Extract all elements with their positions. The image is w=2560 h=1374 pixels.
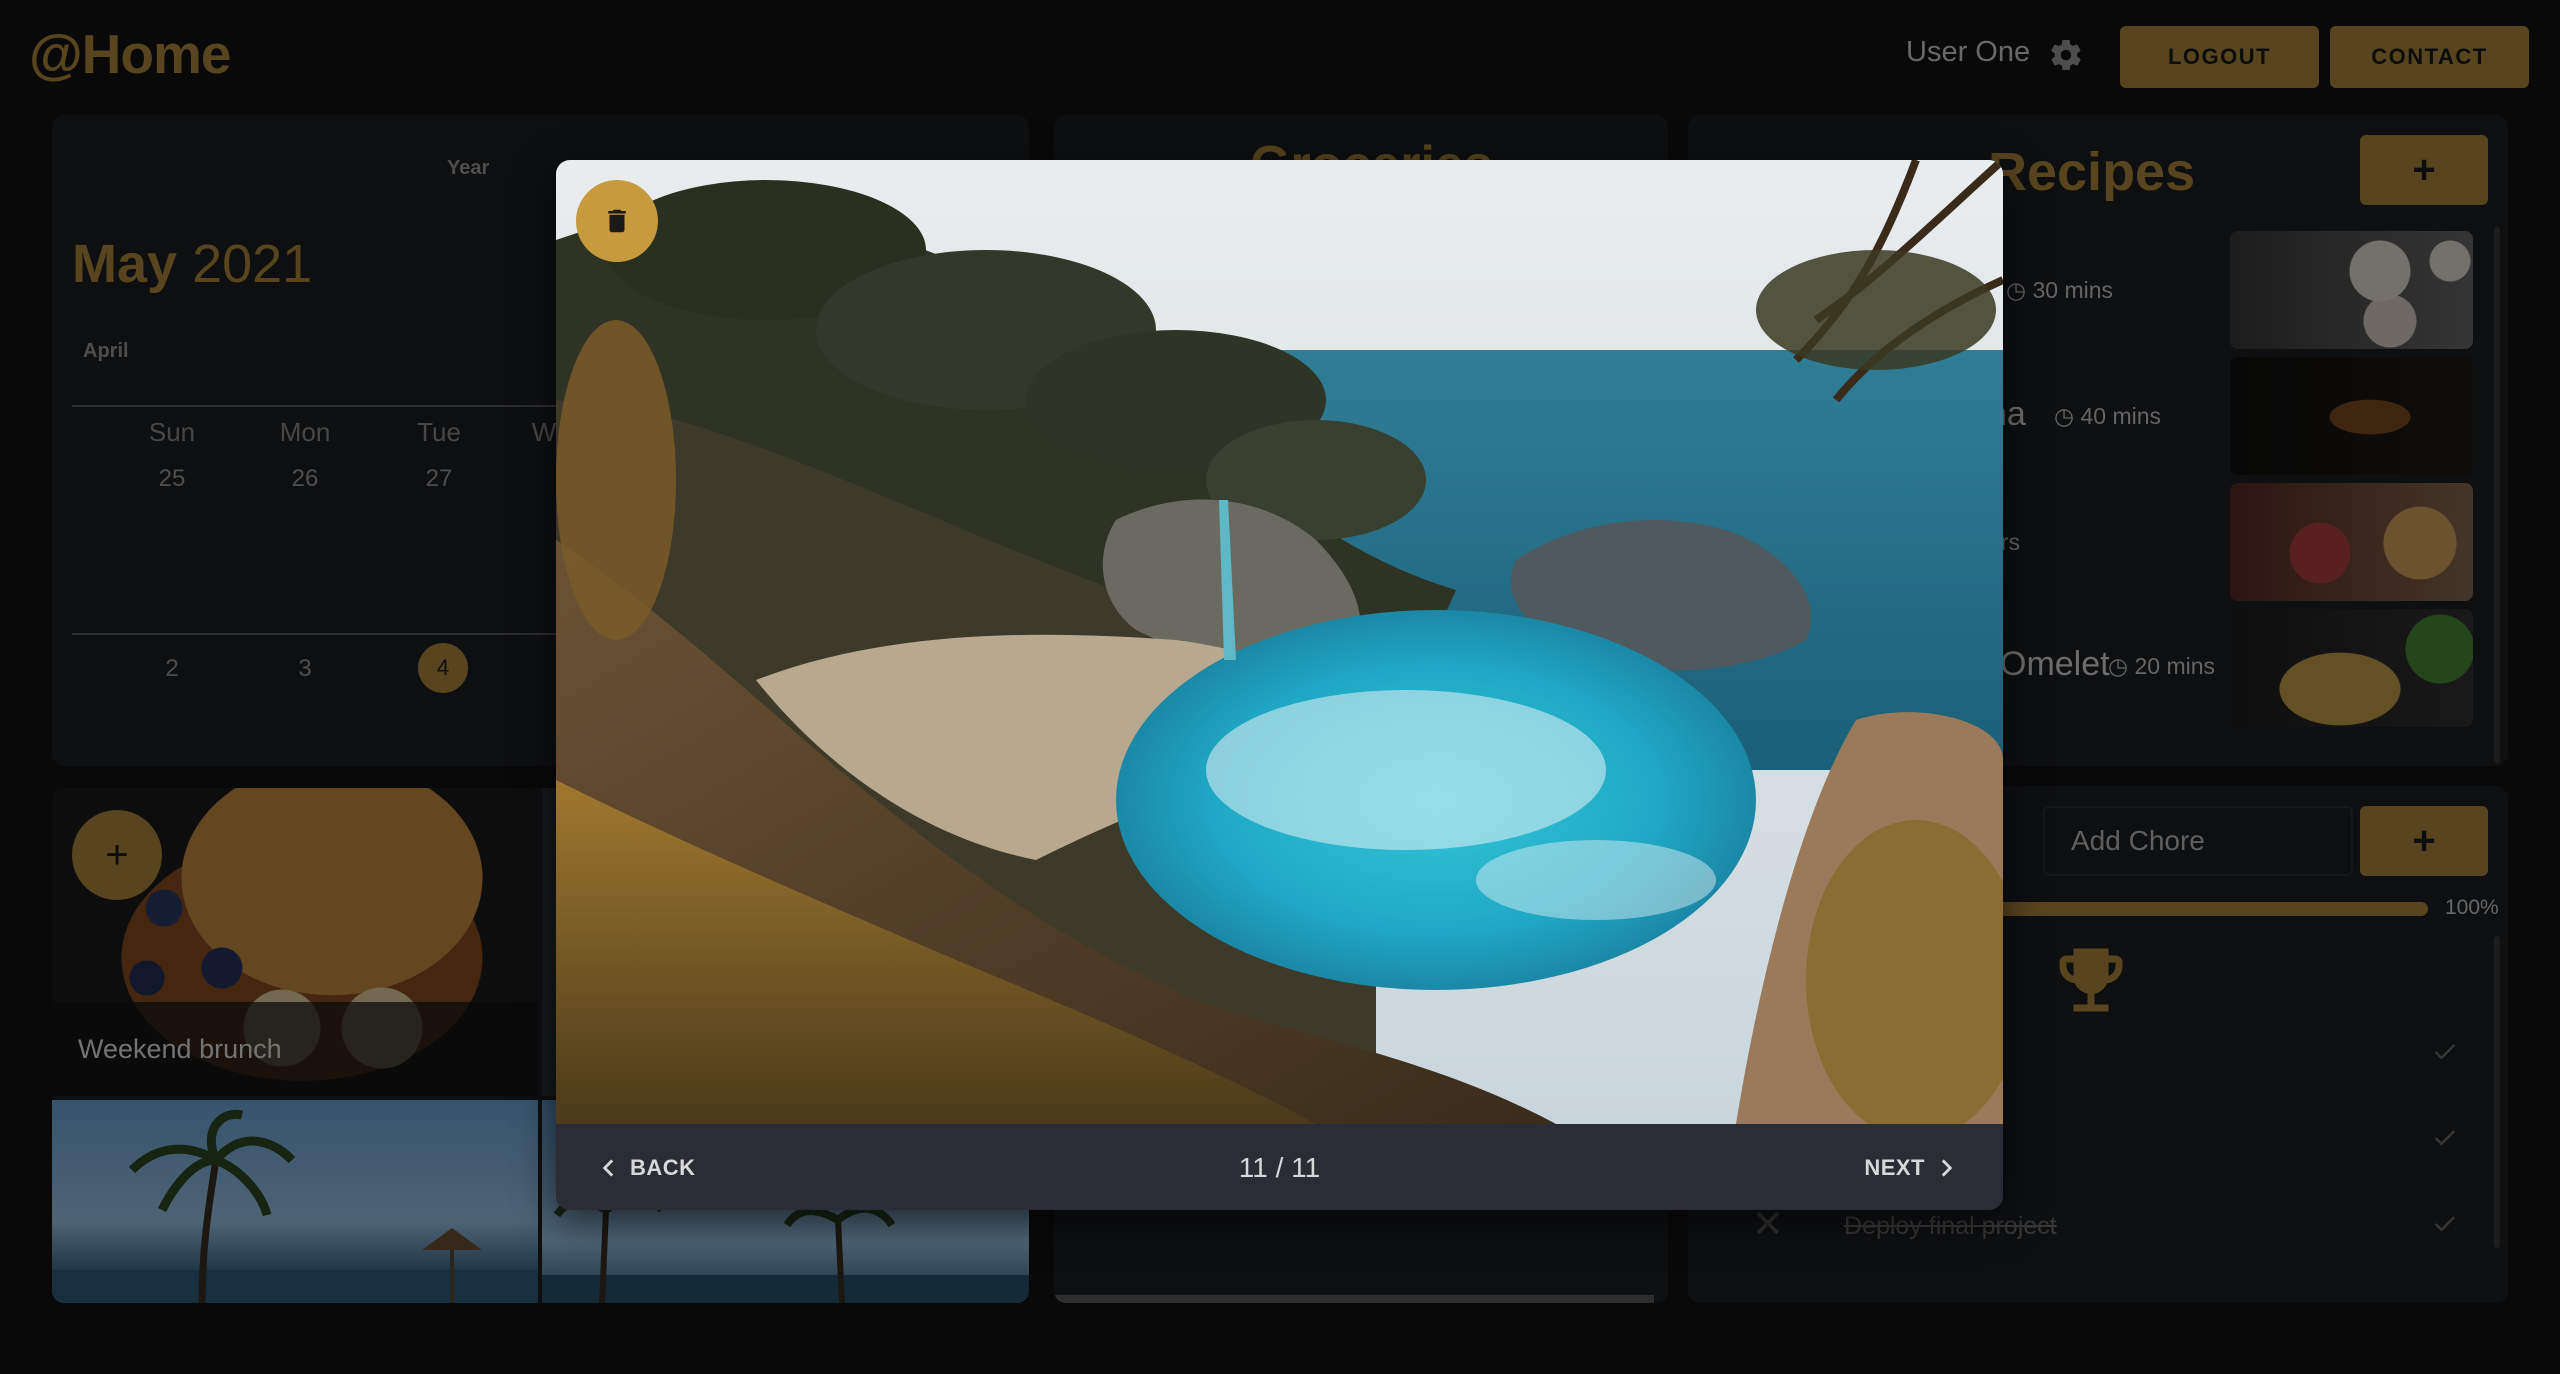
- photo-lightbox: BACK 11 / 11 NEXT: [556, 160, 2003, 1210]
- chevron-right-icon: [1941, 1159, 1953, 1177]
- delete-icon: [608, 209, 626, 233]
- next-label: NEXT: [1864, 1155, 1925, 1180]
- photo-counter: 11 / 11: [1238, 1152, 1321, 1183]
- delete-photo-button[interactable]: [576, 180, 658, 262]
- lightbox-footer: BACK 11 / 11 NEXT: [556, 1124, 2003, 1210]
- next-button[interactable]: NEXT: [1864, 1150, 1959, 1186]
- lightbox-photo: [556, 160, 2003, 1124]
